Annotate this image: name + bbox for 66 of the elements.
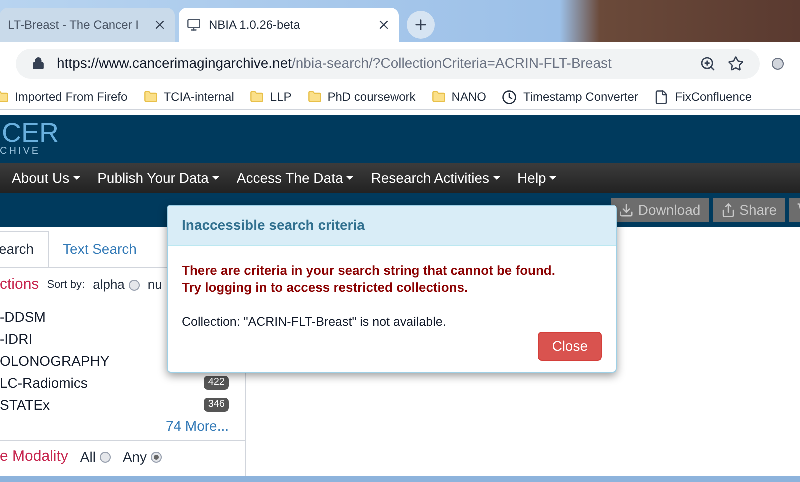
dialog-title: Inaccessible search criteria: [182, 216, 365, 235]
collection-item[interactable]: -IDRI: [0, 328, 33, 350]
caret-icon: [72, 176, 81, 180]
close-icon[interactable]: [377, 18, 391, 32]
tab-title: LT-Breast - The Cancer I: [8, 17, 140, 34]
search-tab[interactable]: Text Search: [49, 231, 151, 267]
new-tab-button[interactable]: [407, 11, 435, 39]
count-badge: 422: [204, 376, 229, 390]
modality-option: All: [80, 447, 96, 468]
star-icon[interactable]: [728, 56, 744, 72]
nav-menu[interactable]: About Us: [12, 168, 81, 188]
caret-icon: [346, 176, 354, 180]
warning-text: There are criteria in your search string that cannot be found.: [182, 262, 556, 279]
radio-button[interactable]: [128, 280, 140, 290]
bookmark[interactable]: PhD coursework: [308, 88, 416, 106]
sort-label: Sort by:: [47, 278, 86, 293]
collection-item[interactable]: STATEx: [0, 394, 50, 416]
section-title: e Modality: [0, 447, 68, 468]
caret-icon: [549, 176, 558, 180]
radio-button[interactable]: [151, 452, 162, 463]
nav-menu[interactable]: Research Activities: [371, 168, 501, 188]
modality-option: Any: [122, 447, 148, 468]
tab-title: NBIA 1.0.26-beta: [209, 17, 302, 34]
extension-icon[interactable]: [772, 58, 784, 70]
folder-icon: [308, 90, 322, 104]
bookmark[interactable]: Imported From Firefo: [0, 88, 128, 106]
close-icon[interactable]: [153, 18, 167, 32]
lock-icon: [32, 57, 45, 70]
download-icon: [619, 202, 634, 218]
nav-menu[interactable]: Access The Data: [236, 168, 354, 188]
sort-option: nu: [148, 275, 162, 295]
url-text: https://www.cancerimagingarchive.net/nbia-search/?CollectionCriteria=ACRIN-FLT-Breast: [57, 54, 613, 73]
clock-icon: [502, 90, 518, 104]
zoom-icon[interactable]: [700, 56, 716, 72]
caret-icon: [492, 176, 501, 180]
folder-icon: [432, 90, 446, 104]
count-badge: 346: [204, 398, 229, 412]
logo-subtext: CHIVE: [0, 146, 42, 158]
collection-item[interactable]: -DDSM: [0, 306, 46, 328]
logo-text: CER: [2, 120, 60, 146]
bookmark[interactable]: NANO: [432, 88, 486, 106]
bookmark[interactable]: TCIA-internal: [144, 88, 234, 106]
dialog-message: Collection: "ACRIN-FLT-Breast" is not available.: [182, 314, 448, 331]
bookmark[interactable]: Timestamp Converter: [502, 88, 638, 106]
section-title: ctions: [0, 274, 40, 295]
warning-text: Try logging in to access restricted collections.: [182, 279, 470, 296]
share-icon: [720, 202, 736, 218]
bookmark[interactable]: FixConfluence: [654, 88, 752, 106]
site-icon: [187, 18, 201, 32]
folder-icon: [250, 90, 264, 104]
more-link[interactable]: 74 More...: [166, 416, 229, 436]
nav-menu[interactable]: Help: [518, 168, 558, 188]
browser-tab[interactable]: LT-Breast - The Cancer I: [0, 8, 175, 42]
caret-icon: [212, 176, 220, 180]
close-button[interactable]: Close: [538, 332, 602, 361]
radio-button[interactable]: [100, 452, 111, 463]
nav-menu[interactable]: Publish Your Data: [98, 168, 220, 188]
plus-icon: [413, 17, 429, 33]
address-bar[interactable]: https://www.cancerimagingarchive.net/nbia-search/?CollectionCriteria=ACRIN-FLT-Breast: [16, 48, 760, 78]
bookmark[interactable]: LLP: [250, 88, 292, 106]
collection-item[interactable]: OLONOGRAPHY: [0, 350, 110, 372]
page-icon: [654, 90, 670, 104]
collection-item[interactable]: LC-Radiomics: [0, 372, 88, 394]
sort-option: alpha: [93, 275, 125, 295]
browser-tab[interactable]: NBIA 1.0.26-beta: [179, 8, 399, 42]
folder-icon: [144, 90, 158, 104]
